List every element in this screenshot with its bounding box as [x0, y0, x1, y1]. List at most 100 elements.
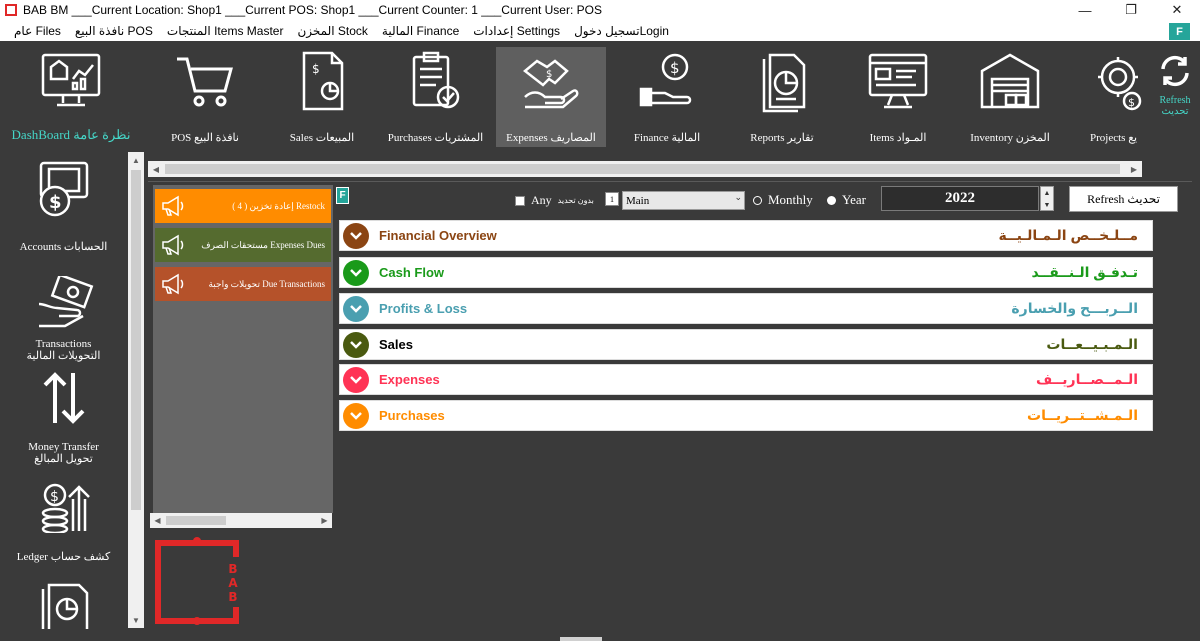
any-filter[interactable]: Any بدون تحديد [515, 193, 594, 208]
menu-login[interactable]: تسجيل دخولLogin [568, 24, 677, 38]
f-badge[interactable]: F [1169, 23, 1190, 40]
alerts-scrollbar[interactable]: ◀ ▶ [150, 513, 332, 528]
toolbar-projects[interactable]: $ Projects يع [1070, 41, 1150, 147]
scroll-left-arrow-icon[interactable]: ◀ [148, 161, 164, 177]
toolbar-expenses[interactable]: $ Expenses المصاريف [496, 47, 606, 147]
summary-purchases-ar: الـمـشــتــريــات [1027, 407, 1138, 423]
summary-profits-loss[interactable]: Profits & Loss الــربـــح والخسارة [339, 293, 1153, 324]
chevron-down-icon: ⌄ [734, 192, 742, 202]
year-option[interactable]: Year [827, 192, 866, 208]
finance-hand-coin-icon: $ [635, 49, 699, 113]
location-select[interactable]: Main ⌄ [622, 191, 745, 210]
toolbar-sales[interactable]: $ Sales المبيعات [267, 41, 377, 147]
scroll-left-arrow-icon[interactable]: ◀ [150, 513, 165, 528]
nav-reports[interactable] [0, 581, 127, 629]
summary-sales-en: Sales [379, 337, 413, 352]
any-label-ar: بدون تحديد [557, 196, 594, 205]
year-spinner[interactable]: ▲ ▼ [1040, 186, 1054, 211]
any-checkbox[interactable] [515, 195, 525, 206]
chevron-down-icon [343, 366, 369, 393]
menu-stock[interactable]: المخزن Stock [291, 24, 375, 38]
alerts-scroll-thumb[interactable] [166, 516, 226, 525]
svg-text:B: B [228, 562, 237, 576]
toolbar-refresh[interactable]: Refresh تحديث [1150, 41, 1200, 147]
maximize-button[interactable]: ❐ [1108, 0, 1154, 20]
alert-due-transactions[interactable]: تحويلات واجبة Due Transactions [155, 267, 331, 301]
toolbar-dashboard[interactable]: DashBoard نظرة عامة [0, 41, 142, 147]
title-bar: BAB BM ___Current Location: Shop1 ___Cur… [0, 0, 1200, 20]
qty-box[interactable]: 1 [605, 192, 619, 206]
nav-transactions-label-en: Transactions [35, 338, 92, 350]
summary-financial-overview-ar: مــلـخــص الـمـالـيــة [998, 227, 1138, 243]
dashboard-icon [39, 49, 103, 113]
toolbar-refresh-label: Refresh تحديث [1159, 95, 1190, 117]
menu-files[interactable]: عام Files [0, 24, 69, 38]
refresh-icon [1155, 51, 1195, 91]
spin-up-icon[interactable]: ▲ [1041, 187, 1053, 199]
nav-money-transfer[interactable]: Money Transfer تحويل المبالغ [0, 369, 127, 465]
left-nav: $ Accounts الحسابات Transactions التحويل… [0, 151, 127, 629]
toolbar-pos-label: POS نافذة البيع [171, 132, 239, 144]
year-input[interactable]: 2022 [881, 186, 1039, 211]
menu-settings[interactable]: إعدادات Settings [467, 24, 568, 38]
summary-sales[interactable]: Sales الـمـبـيــعــات [339, 329, 1153, 360]
left-nav-scrollbar[interactable]: ▲ ▼ [128, 152, 144, 628]
menu-pos[interactable]: نافذة البيع POS [69, 24, 161, 38]
handshake-icon: $ [519, 49, 583, 113]
svg-text:$: $ [670, 59, 680, 77]
svg-text:B: B [228, 590, 237, 604]
alert-restock[interactable]: إعادة تخزين ( 4 ) Restock [155, 189, 331, 223]
toolbar-items[interactable]: Items المـواد [843, 41, 953, 147]
toolbar-purchases-label: Purchases المشتريات [387, 132, 484, 144]
spin-down-icon[interactable]: ▼ [1041, 199, 1053, 211]
main-toolbar: DashBoard نظرة عامة POS نافذة البيع $ Sa… [0, 41, 1200, 151]
scroll-up-arrow-icon[interactable]: ▲ [128, 152, 144, 168]
left-nav-scroll-thumb[interactable] [131, 170, 141, 510]
monthly-radio[interactable] [753, 195, 762, 205]
nav-transactions[interactable]: Transactions التحويلات المالية [0, 276, 127, 362]
toolbar-finance-label: Finance المالية [633, 132, 701, 144]
year-radio[interactable] [827, 195, 836, 205]
summary-financial-overview-en: Financial Overview [379, 228, 497, 243]
toolbar-inventory[interactable]: Inventory المخزن [955, 41, 1065, 147]
alert-expenses-dues-label: مستحقات الصرف Expenses Dues [201, 239, 325, 250]
alert-expenses-dues[interactable]: مستحقات الصرف Expenses Dues [155, 228, 331, 262]
toolbar-reports[interactable]: Reports تقارير [727, 41, 837, 147]
menu-items-master[interactable]: المنتجات Items Master [161, 24, 292, 38]
summary-cash-flow-ar: تـدفـق الـنــقــد [1031, 264, 1138, 280]
scroll-right-arrow-icon[interactable]: ▶ [1126, 161, 1142, 177]
refresh-button[interactable]: Refresh تحديث [1069, 186, 1178, 212]
monthly-option[interactable]: Monthly [753, 192, 813, 208]
ledger-report-icon [41, 583, 88, 629]
scroll-right-arrow-icon[interactable]: ▶ [317, 513, 332, 528]
summary-sales-ar: الـمـبـيــعــات [1046, 336, 1138, 352]
toolbar-pos[interactable]: POS نافذة البيع [150, 41, 260, 147]
close-button[interactable]: ✕ [1154, 0, 1200, 20]
alert-due-transactions-label: تحويلات واجبة Due Transactions [208, 278, 325, 289]
svg-text:A: A [228, 576, 238, 590]
toolbar-purchases[interactable]: Purchases المشتريات [383, 41, 488, 147]
megaphone-icon [159, 270, 187, 298]
summary-expenses-en: Expenses [379, 372, 440, 387]
toolbar-finance[interactable]: $ Finance المالية [612, 41, 722, 147]
summary-purchases[interactable]: Purchases الـمـشــتــريــات [339, 400, 1153, 431]
accounts-wallet-icon: $ [39, 161, 88, 217]
scroll-down-arrow-icon[interactable]: ▼ [128, 612, 144, 628]
filter-f-badge[interactable]: F [336, 187, 349, 204]
minimize-button[interactable]: — [1062, 0, 1108, 20]
svg-text:$: $ [49, 192, 62, 213]
svg-text:$: $ [312, 62, 320, 76]
summary-financial-overview[interactable]: Financial Overview مــلـخــص الـمـالـيــ… [339, 220, 1153, 251]
any-label: Any [531, 193, 552, 207]
reports-pie-icon [750, 49, 814, 113]
summary-cash-flow[interactable]: Cash Flow تـدفـق الـنــقــد [339, 257, 1153, 288]
nav-accounts[interactable]: $ Accounts الحسابات [0, 157, 127, 253]
summary-expenses[interactable]: Expenses الـمــصــاريــف [339, 364, 1153, 395]
summary-profits-loss-ar: الــربـــح والخسارة [1011, 300, 1138, 316]
toolbar-scrollbar[interactable]: ◀ ▶ [148, 161, 1142, 177]
menu-finance[interactable]: المالية Finance [376, 24, 467, 38]
nav-ledger[interactable]: $ Ledger كشف حساب [0, 475, 127, 563]
app-icon [5, 4, 17, 16]
toolbar-scroll-thumb[interactable] [165, 164, 1120, 174]
svg-text:$: $ [546, 69, 552, 80]
